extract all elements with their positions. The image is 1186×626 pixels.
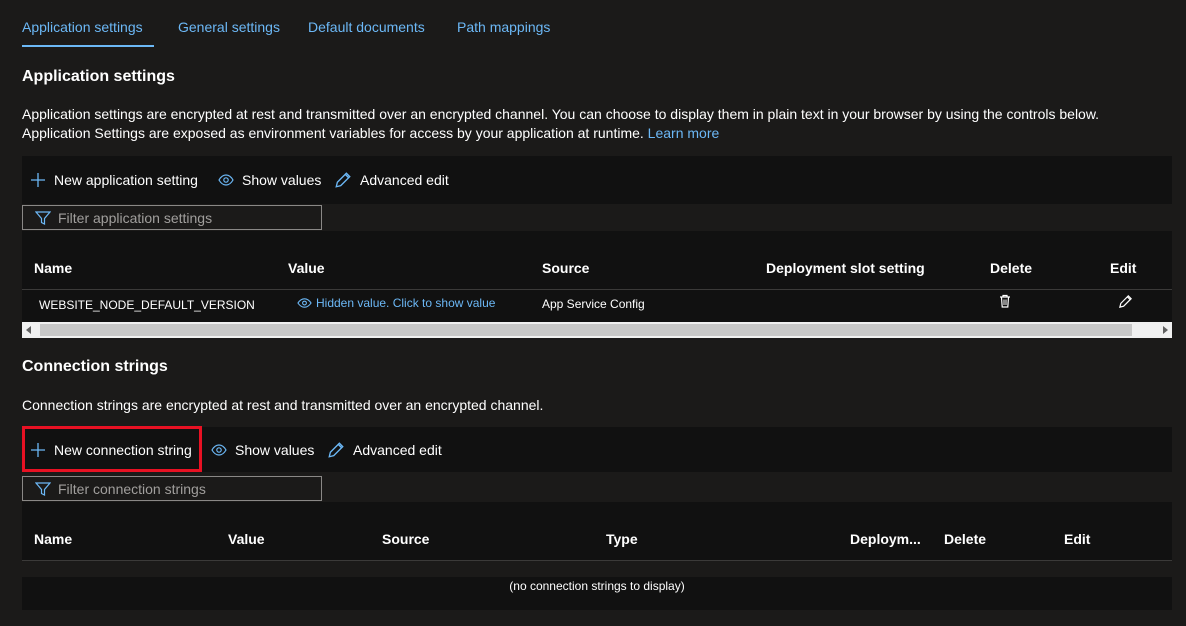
filter-connection-strings[interactable] xyxy=(22,476,322,501)
col-header-value[interactable]: Value xyxy=(288,260,325,276)
tab-default-documents[interactable]: Default documents xyxy=(308,19,425,35)
conn-show-values-button[interactable]: Show values xyxy=(211,427,314,472)
trash-icon[interactable] xyxy=(999,294,1011,308)
eye-icon xyxy=(297,298,312,308)
col-header-edit: Edit xyxy=(1064,531,1091,547)
conn-advanced-edit-button[interactable]: Advanced edit xyxy=(327,427,442,472)
app-settings-description-text: Application Settings are exposed as envi… xyxy=(22,125,644,141)
horizontal-scrollbar[interactable] xyxy=(22,322,1172,338)
pencil-icon xyxy=(328,441,344,458)
new-connection-string-highlight xyxy=(22,426,202,472)
filter-application-settings-input[interactable] xyxy=(58,209,298,226)
active-tab-indicator xyxy=(22,45,154,47)
connection-strings-grid-header: Name Value Source Type Deploym... Delete… xyxy=(22,502,1172,561)
col-header-deployment-slot-setting[interactable]: Deployment slot setting xyxy=(766,260,925,276)
col-header-name[interactable]: Name xyxy=(34,531,72,547)
tab-general-settings[interactable]: General settings xyxy=(178,19,280,35)
app-settings-heading: Application settings xyxy=(22,68,175,85)
connection-strings-description: Connection strings are encrypted at rest… xyxy=(22,397,544,413)
app-show-values-label: Show values xyxy=(242,172,322,188)
row-source: App Service Config xyxy=(542,297,645,311)
row-hidden-value-link[interactable]: Hidden value. Click to show value xyxy=(297,296,495,310)
col-header-name[interactable]: Name xyxy=(34,260,72,276)
eye-icon xyxy=(211,443,227,456)
filter-icon xyxy=(35,481,51,496)
filter-icon xyxy=(35,210,51,225)
conn-advanced-edit-label: Advanced edit xyxy=(353,441,442,458)
plus-icon xyxy=(31,173,45,187)
scroll-left-arrow-icon[interactable] xyxy=(26,326,32,334)
filter-connection-strings-input[interactable] xyxy=(58,480,298,497)
conn-show-values-label: Show values xyxy=(235,441,315,458)
eye-icon xyxy=(218,174,234,186)
pencil-icon xyxy=(335,172,351,188)
row-hidden-value-text: Hidden value. Click to show value xyxy=(316,296,496,310)
new-application-setting-label: New application setting xyxy=(54,172,198,188)
col-header-edit: Edit xyxy=(1110,260,1137,276)
filter-application-settings[interactable] xyxy=(22,205,322,230)
col-header-delete: Delete xyxy=(990,260,1033,276)
app-settings-grid-header: Name Value Source Deployment slot settin… xyxy=(22,231,1172,290)
col-header-deployment-slot-setting[interactable]: Deploym... xyxy=(850,531,921,547)
grid-row-gap xyxy=(22,561,1172,577)
connection-strings-grid: Name Value Source Type Deploym... Delete… xyxy=(22,502,1172,610)
col-header-type[interactable]: Type xyxy=(606,531,638,547)
app-advanced-edit-label: Advanced edit xyxy=(360,172,449,188)
app-settings-description-line2: Application Settings are exposed as envi… xyxy=(22,124,719,143)
connection-strings-heading: Connection strings xyxy=(22,358,168,375)
row-name: WEBSITE_NODE_DEFAULT_VERSION xyxy=(39,298,255,312)
empty-grid-message: (no connection strings to display) xyxy=(509,579,685,593)
edit-icon[interactable] xyxy=(1118,294,1133,309)
learn-more-link[interactable]: Learn more xyxy=(648,125,720,141)
app-settings-description-line1: Application settings are encrypted at re… xyxy=(22,106,1100,122)
col-header-source[interactable]: Source xyxy=(542,260,589,276)
new-application-setting-button[interactable]: New application setting xyxy=(30,156,198,204)
col-header-value[interactable]: Value xyxy=(228,531,265,547)
col-header-delete: Delete xyxy=(944,531,987,547)
tab-path-mappings[interactable]: Path mappings xyxy=(457,19,550,35)
tab-application-settings[interactable]: Application settings xyxy=(22,19,143,35)
scrollbar-thumb[interactable] xyxy=(40,324,1132,336)
app-show-values-button[interactable]: Show values xyxy=(218,156,321,204)
app-settings-grid: Name Value Source Deployment slot settin… xyxy=(22,231,1172,322)
app-settings-toolbar: New application setting Show values Adva… xyxy=(22,156,1172,204)
col-header-source[interactable]: Source xyxy=(382,531,429,547)
app-advanced-edit-button[interactable]: Advanced edit xyxy=(334,156,449,204)
scroll-right-arrow-icon[interactable] xyxy=(1162,326,1168,334)
